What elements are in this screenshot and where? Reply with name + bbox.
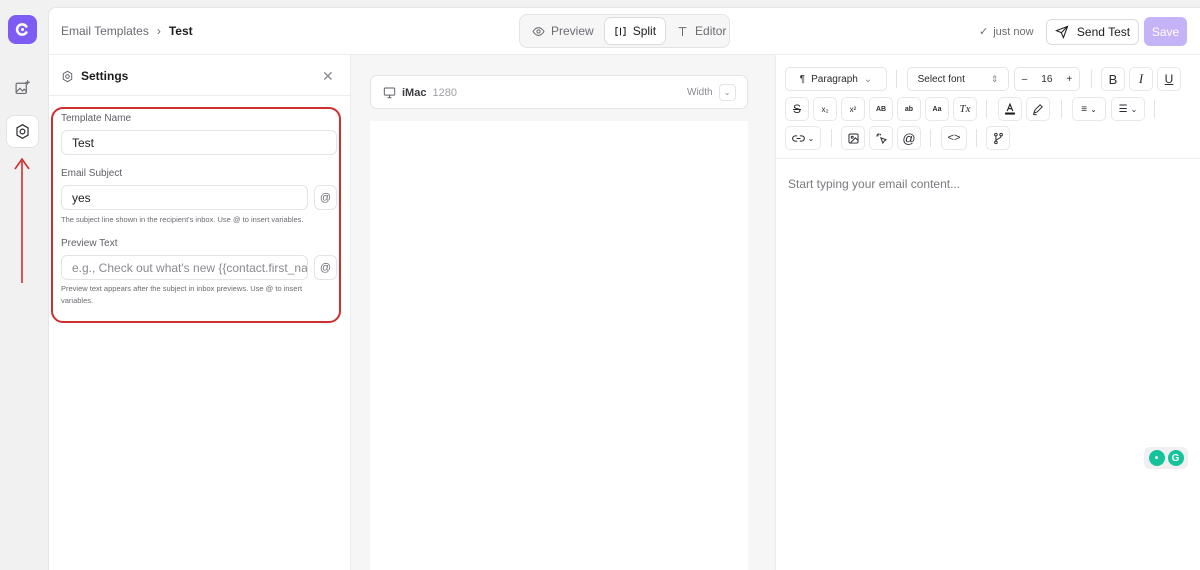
toolbar-divider	[1154, 100, 1155, 118]
send-icon	[1054, 25, 1069, 39]
device-bar: iMac 1280 Width ⌄	[370, 75, 748, 109]
uppercase-icon[interactable]: AB	[869, 97, 893, 121]
editor-toolbar: ¶ Paragraph ⌄ Select font ⇕ – 16 + B I U…	[776, 55, 1200, 159]
breadcrumb-parent[interactable]: Email Templates	[61, 24, 149, 38]
device-width-value: 1280	[432, 86, 457, 99]
toolbar-divider	[986, 100, 987, 118]
toolbar-divider	[1091, 70, 1092, 88]
app-logo-icon[interactable]	[8, 15, 37, 44]
toolbar-divider	[930, 129, 931, 147]
annotation-highlight-box	[51, 107, 341, 323]
paragraph-select[interactable]: ¶ Paragraph ⌄	[785, 67, 887, 91]
settings-header: Settings	[61, 69, 128, 83]
lightbulb-icon: •	[1148, 450, 1165, 466]
settings-title: Settings	[81, 69, 129, 83]
font-select-label: Select font	[917, 73, 965, 85]
divider	[49, 95, 351, 96]
annotation-arrow	[14, 157, 30, 283]
editor-content-area[interactable]: Start typing your email content...	[788, 177, 960, 191]
decrease-size-button[interactable]: –	[1022, 74, 1028, 85]
grammarly-widget[interactable]: • G	[1144, 447, 1188, 469]
font-size-stepper[interactable]: – 16 +	[1014, 67, 1080, 91]
chevron-down-icon: ⌄	[863, 73, 873, 85]
settings-gear-icon[interactable]	[7, 116, 38, 147]
preview-mode-button[interactable]: Preview	[523, 18, 603, 44]
breadcrumb: Email Templates › Test	[61, 24, 193, 38]
editor-pane: ¶ Paragraph ⌄ Select font ⇕ – 16 + B I U…	[775, 55, 1200, 570]
image-ai-icon[interactable]	[7, 72, 38, 103]
toolbar-divider	[896, 70, 897, 88]
mention-icon[interactable]: @	[897, 126, 921, 150]
subscript-icon[interactable]: x₂	[813, 97, 837, 121]
text-type-icon	[678, 26, 687, 36]
lowercase-icon[interactable]: ab	[897, 97, 921, 121]
text-color-icon[interactable]	[998, 97, 1022, 121]
toolbar-divider	[976, 129, 977, 147]
font-size-value: 16	[1041, 73, 1053, 85]
device-name: iMac	[402, 86, 427, 99]
font-select[interactable]: Select font ⇕	[907, 67, 1009, 91]
bold-icon[interactable]: B	[1101, 67, 1125, 91]
monitor-icon	[383, 87, 396, 99]
editor-mode-button[interactable]: Editor	[667, 18, 735, 44]
code-icon[interactable]: <>	[941, 126, 967, 150]
left-rail	[0, 0, 44, 570]
list-dropdown[interactable]: ☰ ⌄	[1111, 97, 1145, 121]
editor-mode-label: Editor	[695, 24, 727, 38]
pilcrow-icon: ¶	[799, 73, 806, 85]
width-label: Width	[687, 87, 713, 98]
close-icon[interactable]: ✕	[322, 68, 334, 85]
capitalize-icon[interactable]: Aa	[925, 97, 949, 121]
top-header: Email Templates › Test Preview Split Edi…	[49, 8, 1200, 55]
toolbar-divider	[1061, 100, 1062, 118]
send-test-label: Send Test	[1076, 25, 1131, 39]
preview-mode-label: Preview	[551, 24, 594, 38]
chevron-down-icon: ⌄	[1090, 104, 1097, 114]
split-mode-button[interactable]: Split	[604, 18, 666, 44]
highlighter-icon[interactable]	[1026, 97, 1050, 121]
checkmark-icon: ✓	[979, 26, 989, 38]
updown-icon: ⇕	[990, 73, 999, 84]
email-preview-canvas	[370, 121, 748, 570]
italic-icon[interactable]: I	[1129, 67, 1153, 91]
chevron-down-icon[interactable]: ⌄	[718, 84, 736, 101]
save-status: ✓ just now	[979, 25, 1034, 39]
save-status-text: just now	[993, 25, 1034, 38]
strikethrough-icon[interactable]: S	[785, 97, 809, 121]
magic-cursor-icon[interactable]	[869, 126, 893, 150]
link-dropdown[interactable]: ⌄	[785, 126, 821, 150]
list-icon: ☰	[1118, 103, 1128, 115]
toolbar-divider	[831, 129, 832, 147]
superscript-icon[interactable]: x²	[841, 97, 865, 121]
breadcrumb-current: Test	[168, 24, 193, 38]
split-mode-label: Split	[632, 24, 657, 38]
chevron-right-icon: ›	[156, 24, 161, 38]
increase-size-button[interactable]: +	[1066, 74, 1072, 85]
device-selector[interactable]: iMac 1280	[383, 86, 457, 99]
clear-format-icon[interactable]: Tx	[953, 97, 977, 121]
send-test-button[interactable]: Send Test	[1046, 19, 1139, 45]
link-icon	[791, 134, 805, 142]
chevron-down-icon: ⌄	[1130, 104, 1138, 114]
preview-pane: iMac 1280 Width ⌄	[351, 55, 775, 570]
settings-panel: Settings ✕ Template Name Test Email Subj…	[49, 55, 351, 570]
settings-icon	[62, 70, 73, 82]
chevron-down-icon: ⌄	[807, 133, 815, 143]
image-icon[interactable]	[841, 126, 865, 150]
underline-icon[interactable]: U	[1157, 67, 1181, 91]
main-panel: Email Templates › Test Preview Split Edi…	[48, 7, 1200, 570]
branch-icon[interactable]	[986, 126, 1010, 150]
paragraph-select-label: Paragraph	[811, 73, 858, 85]
grammarly-g-icon: G	[1167, 450, 1184, 466]
width-control[interactable]: Width ⌄	[687, 84, 736, 101]
save-button[interactable]: Save	[1144, 17, 1187, 46]
align-dropdown[interactable]: ≡ ⌄	[1072, 97, 1106, 121]
split-icon	[615, 26, 626, 36]
align-left-icon: ≡	[1081, 103, 1088, 115]
view-mode-toggle: Preview Split Editor	[519, 14, 730, 48]
eye-icon	[532, 26, 545, 36]
